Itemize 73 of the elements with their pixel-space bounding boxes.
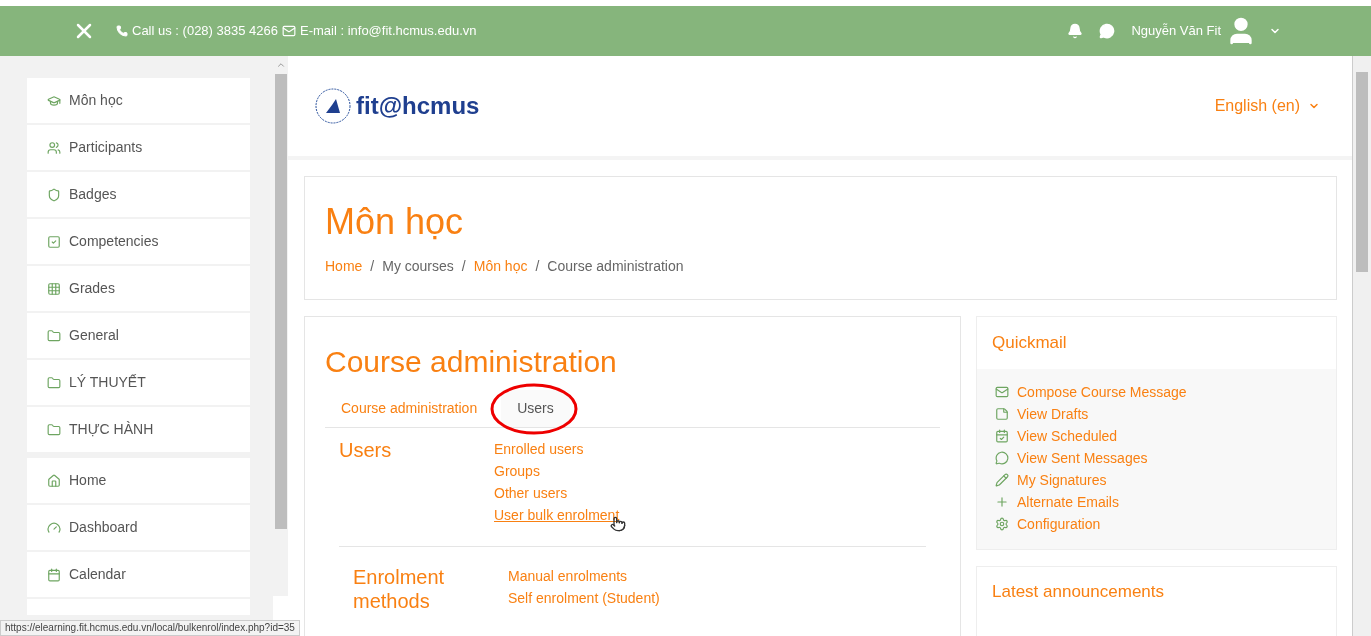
logo-text[interactable]: fit@hcmus — [356, 88, 480, 124]
sidebar-item[interactable]: LÝ THUYẾT — [27, 360, 250, 405]
folder-icon — [47, 328, 61, 343]
card-title: Latest announcements — [992, 581, 1165, 603]
sidebar-item[interactable]: Grades — [27, 266, 250, 311]
breadcrumb-link[interactable]: Môn học — [473, 256, 528, 277]
admin-link[interactable]: Other users — [494, 485, 568, 501]
tab[interactable]: Course administration — [325, 390, 494, 427]
sidebar-item[interactable]: Dashboard — [27, 505, 250, 550]
admin-link[interactable]: Manual enrolments — [508, 568, 628, 584]
quickmail-link[interactable]: My Signatures — [1017, 469, 1107, 491]
calendar-icon — [995, 429, 1009, 443]
graduation-cap-icon — [47, 93, 61, 108]
phone-icon — [116, 25, 128, 37]
grid-icon — [47, 281, 61, 296]
home-icon — [47, 473, 61, 488]
phone-text: Call us : (028) 3835 4266 — [132, 22, 278, 41]
page-title: Môn học — [325, 200, 465, 244]
checkbox-icon — [47, 234, 61, 249]
plus-icon — [995, 495, 1009, 509]
quickmail-link[interactable]: Configuration — [1017, 513, 1101, 535]
quickmail-link[interactable]: Alternate Emails — [1017, 491, 1119, 513]
settings-icon — [995, 517, 1009, 531]
tab[interactable]: Users — [501, 390, 570, 427]
admin-link[interactable]: Self enrolment (Student) — [508, 590, 660, 606]
section-heading: Enrolment methods — [353, 565, 446, 613]
envelope-icon — [995, 385, 1009, 399]
sidebar-scrollbar[interactable] — [273, 56, 288, 596]
folder-icon — [47, 375, 61, 390]
note-icon — [995, 407, 1009, 421]
quickmail-link[interactable]: View Scheduled — [1017, 425, 1118, 447]
chat-bubble-icon — [995, 451, 1009, 465]
quickmail-link[interactable]: View Sent Messages — [1017, 447, 1148, 469]
scroll-up-icon[interactable] — [275, 60, 286, 70]
sidebar-item[interactable]: Competencies — [27, 219, 250, 264]
status-url-tooltip: https://elearning.fit.hcmus.edu.vn/local/bulkenrol/index.php?id=35 — [0, 620, 300, 636]
breadcrumb-separator: / — [535, 257, 540, 276]
users-icon — [47, 140, 61, 155]
user-name[interactable]: Nguyễn Văn Fit — [1131, 21, 1221, 41]
admin-link[interactable]: Enrolled users — [494, 441, 584, 457]
breadcrumb-text: Course administration — [547, 257, 684, 276]
logo-emblem-icon — [314, 87, 352, 125]
envelope-icon — [282, 24, 296, 38]
sidebar-item[interactable]: Calendar — [27, 552, 250, 597]
scrollbar-thumb[interactable] — [274, 74, 287, 529]
sidebar-item[interactable]: Môn học — [27, 78, 250, 123]
scrollbar-thumb[interactable] — [1356, 72, 1368, 272]
admin-link[interactable]: Groups — [494, 463, 540, 479]
notification-bell-icon[interactable] — [1067, 23, 1084, 39]
quickmail-link[interactable]: View Drafts — [1017, 403, 1089, 425]
shield-icon — [47, 187, 61, 202]
card-title: Quickmail — [991, 332, 1068, 355]
sidebar-item[interactable]: THỰC HÀNH — [27, 407, 250, 452]
calendar-icon — [47, 567, 61, 582]
sidebar-item[interactable]: General — [27, 313, 250, 358]
breadcrumb-separator: / — [370, 257, 375, 276]
sidebar-item[interactable]: Badges — [27, 172, 250, 217]
sidebar-item[interactable]: Participants — [27, 125, 250, 170]
sidebar-item[interactable]: Home — [27, 458, 250, 503]
gauge-icon — [47, 520, 61, 535]
quickmail-link[interactable]: Compose Course Message — [1017, 381, 1187, 403]
section-heading: Users — [339, 438, 393, 463]
breadcrumb-link[interactable]: Home — [325, 256, 363, 277]
language-menu[interactable]: English (en) — [1214, 94, 1320, 118]
email-text: E-mail : info@fit.hcmus.edu.vn — [300, 22, 477, 41]
pencil-icon — [995, 473, 1009, 487]
folder-icon — [47, 422, 61, 437]
breadcrumb-text: My courses — [382, 257, 454, 276]
section-title: Course administration — [325, 344, 618, 380]
page-scrollbar[interactable] — [1352, 56, 1371, 636]
breadcrumb-separator: / — [461, 257, 466, 276]
chat-bubble-icon[interactable] — [1099, 23, 1116, 39]
admin-link[interactable]: User bulk enrolment — [494, 507, 620, 523]
